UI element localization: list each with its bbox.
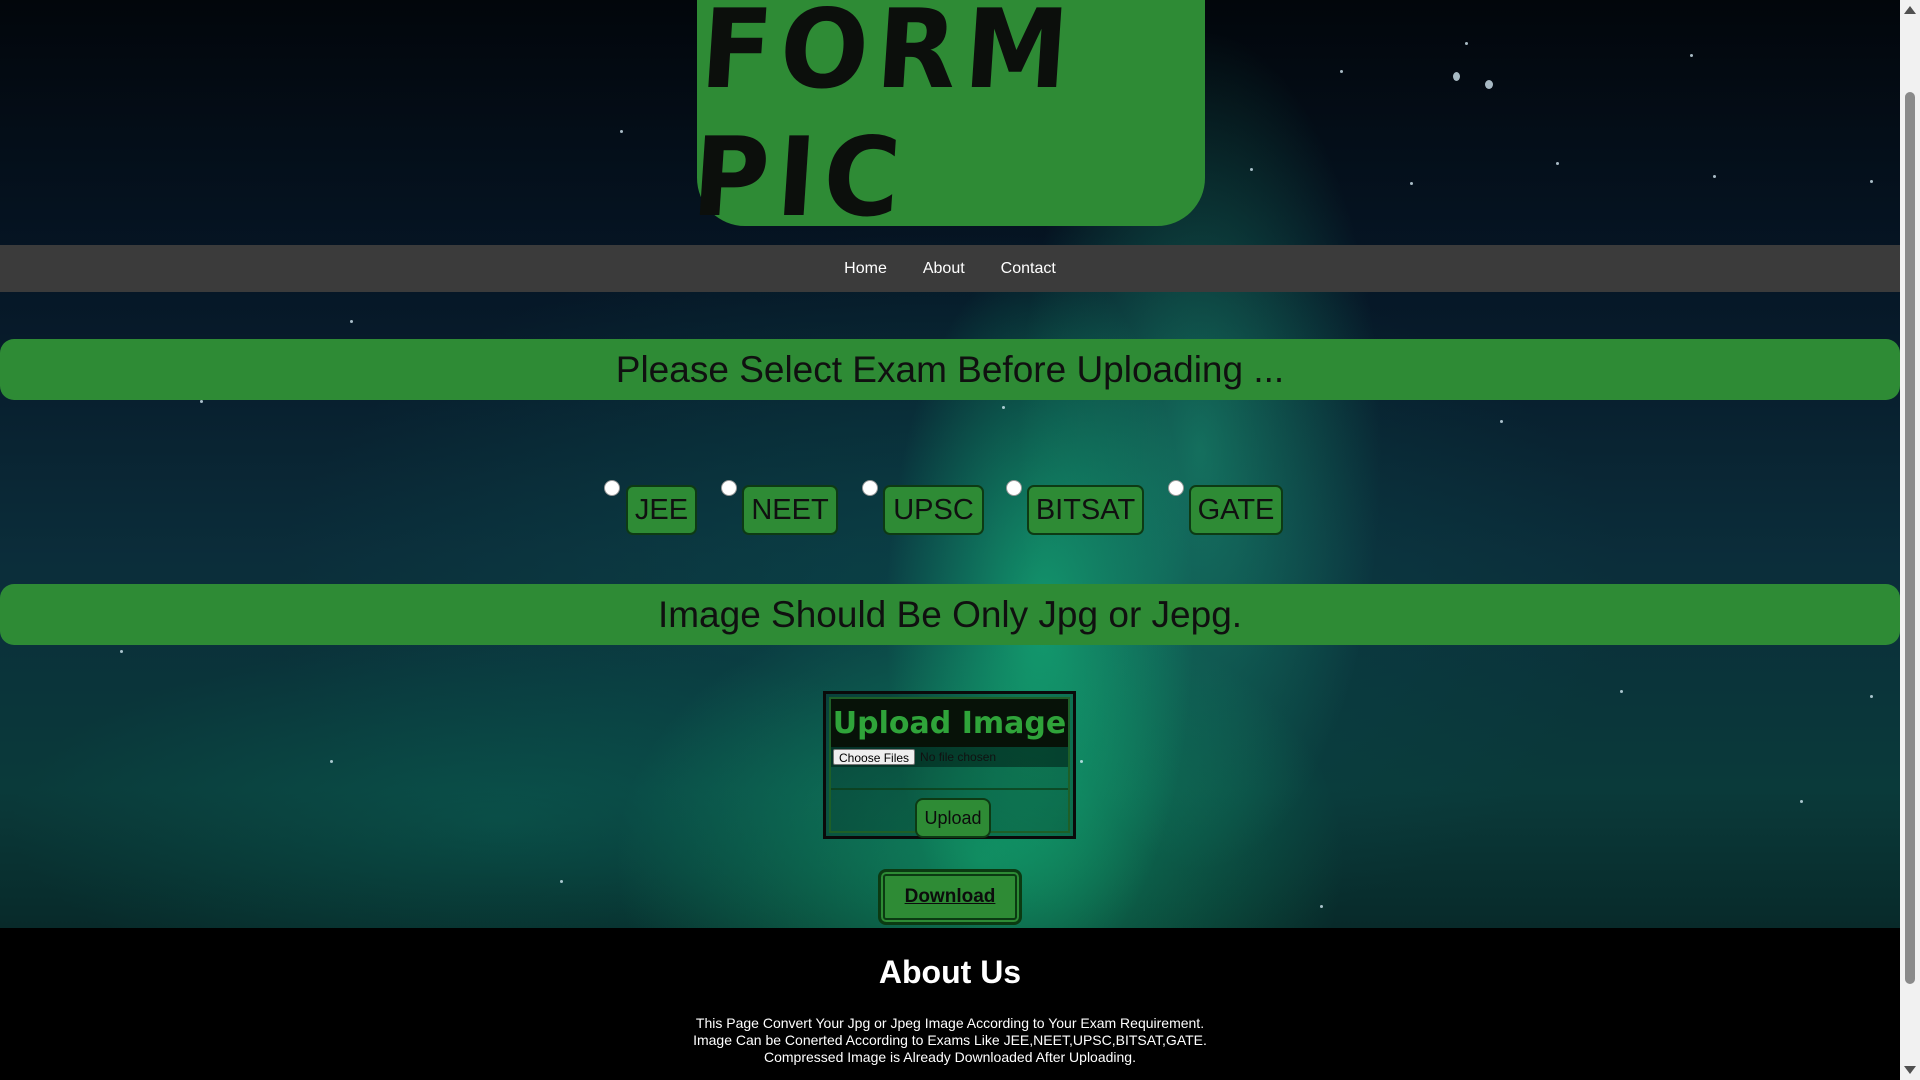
about-section: About Us This Page Convert Your Jpg or J… (0, 928, 1900, 1080)
logo-text: FORM PIC (688, 0, 1081, 242)
radio-jee[interactable] (604, 480, 620, 496)
about-line: Image Can be Conerted According to Exams… (693, 1032, 1207, 1048)
exam-button-gate[interactable]: GATE (1189, 485, 1283, 535)
divider (831, 788, 1068, 790)
vertical-scrollbar[interactable] (1900, 0, 1920, 1080)
nav-home-link[interactable]: Home (844, 260, 887, 278)
file-input[interactable]: Choose Files No file chosen (831, 747, 1068, 767)
file-status-text: No file chosen (920, 750, 997, 764)
exam-button-jee[interactable]: JEE (626, 485, 697, 535)
about-title: About Us (878, 954, 1022, 990)
scroll-down-arrow-icon[interactable] (1904, 1066, 1916, 1074)
logo-panel: FORM PIC (688, 0, 1205, 241)
top-navbar: Home About Contact (0, 245, 1900, 292)
choose-files-button[interactable]: Choose Files (833, 749, 916, 765)
upload-form: Upload Image Choose Files No file chosen… (823, 691, 1076, 839)
exam-button-bitsat[interactable]: BITSAT (1027, 485, 1144, 535)
about-line: This Page Convert Your Jpg or Jpeg Image… (695, 1015, 1205, 1031)
nav-about-link[interactable]: About (923, 260, 965, 278)
exam-selector: JEE NEET UPSC BITSAT GATE (0, 478, 1900, 538)
scroll-up-arrow-icon[interactable] (1904, 6, 1916, 14)
upload-form-inner: Upload Image Choose Files No file chosen… (829, 697, 1070, 838)
nav-contact-link[interactable]: Contact (1001, 260, 1056, 278)
upload-button[interactable]: Upload (915, 798, 991, 838)
scroll-thumb[interactable] (1905, 92, 1915, 984)
format-note-banner: Image Should Be Only Jpg or Jepg. (0, 584, 1900, 645)
radio-gate[interactable] (1168, 480, 1184, 496)
download-button[interactable]: Download (878, 869, 1022, 925)
about-text: This Page Convert Your Jpg or Jpeg Image… (0, 1015, 1900, 1066)
about-line: Compressed Image is Already Downloaded A… (764, 1049, 1136, 1065)
radio-bitsat[interactable] (1006, 480, 1022, 496)
upload-title: Upload Image (831, 699, 1068, 747)
select-exam-banner: Please Select Exam Before Uploading ... (0, 339, 1900, 400)
radio-neet[interactable] (721, 480, 737, 496)
exam-button-upsc[interactable]: UPSC (883, 485, 984, 535)
radio-upsc[interactable] (862, 480, 878, 496)
exam-button-neet[interactable]: NEET (742, 485, 838, 535)
